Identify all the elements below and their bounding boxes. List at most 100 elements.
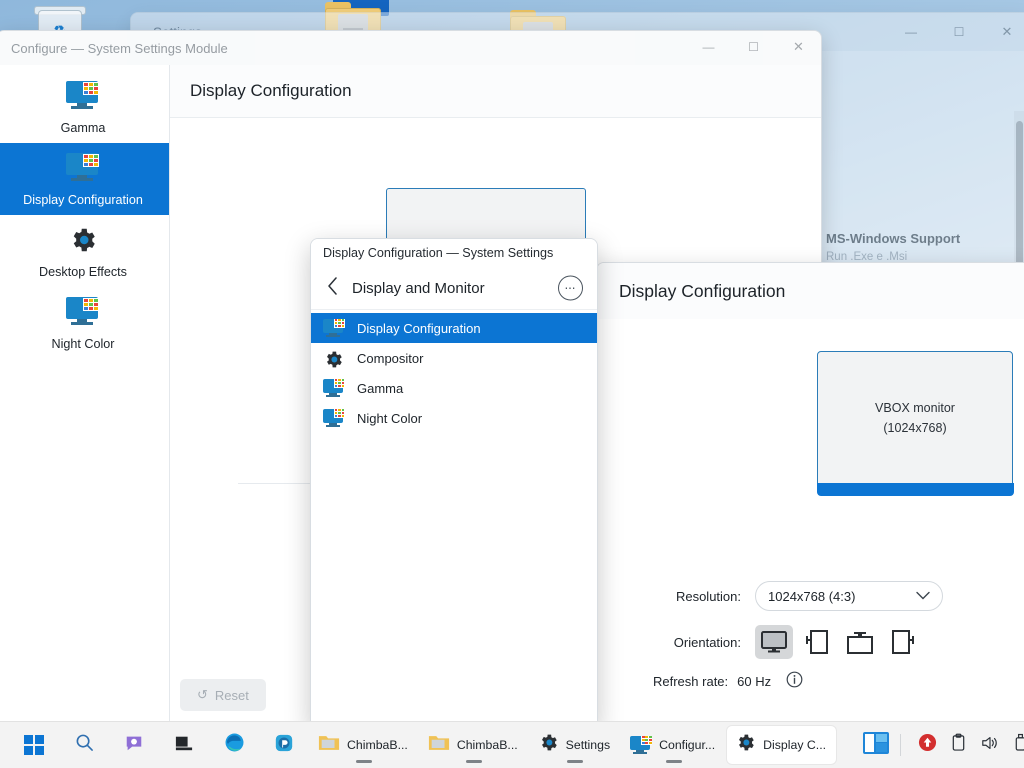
configure-titlebar[interactable]: Configure — System Settings Module — ☐ ✕	[0, 31, 821, 65]
chevron-left-icon[interactable]	[327, 277, 338, 300]
monitor-color-icon	[66, 81, 100, 111]
taskbar-item-settings[interactable]: Settings	[530, 726, 620, 764]
system-tray: us 10:16 2023-07-05	[900, 723, 1024, 768]
snap-layout-icon	[862, 731, 890, 760]
configure-window-controls: — ☐ ✕	[686, 31, 821, 63]
taskbar-item-configure[interactable]: Configur...	[622, 726, 725, 764]
orientation-landscape-button[interactable]	[755, 625, 793, 659]
configure-window-title: Configure — System Settings Module	[0, 41, 228, 56]
resolution-select[interactable]: 1024x768 (4:3)	[755, 581, 943, 611]
orientation-landscape-flipped-button[interactable]	[841, 625, 879, 659]
display-right-page-header: Display Configuration	[597, 263, 1024, 320]
sidebar-item-label: Gamma	[1, 121, 165, 135]
close-button[interactable]: ✕	[983, 13, 1024, 51]
gear-icon	[68, 225, 98, 260]
clipboard-icon[interactable]	[950, 733, 967, 757]
taskbar-item-display-config[interactable]: Display C...	[727, 726, 836, 764]
sidebar-item-display-configuration[interactable]: Display Configuration	[0, 143, 169, 215]
taskbar-item-label: Configur...	[659, 738, 715, 752]
info-icon[interactable]	[786, 671, 803, 691]
taskbar: ChimbaB... ChimbaB... Settings	[0, 721, 1024, 768]
sidebar-item-gamma[interactable]: Gamma	[0, 71, 169, 143]
browser-icon	[274, 733, 294, 758]
gear-icon	[735, 732, 756, 758]
volume-icon[interactable]	[980, 734, 1000, 757]
orientation-row: Orientation:	[653, 625, 927, 659]
maximize-button[interactable]: ☐	[731, 31, 776, 63]
resolution-value: 1024x768 (4:3)	[768, 589, 855, 604]
taskbar-item-label: Display C...	[763, 738, 826, 752]
monitor-preview[interactable]: VBOX monitor (1024x768)	[817, 351, 1013, 495]
configure-sidebar: Gamma Display Configuration	[0, 65, 170, 723]
minimize-button[interactable]: —	[887, 13, 935, 51]
tray-separator	[900, 734, 901, 756]
sidebar-item-night-color[interactable]: Night Color	[0, 287, 169, 359]
chat-icon	[124, 733, 144, 758]
taskbar-item-file-explorer-2[interactable]: ChimbaB...	[420, 726, 528, 764]
taskview-icon	[174, 734, 194, 757]
configure-page-header: Display Configuration	[170, 65, 821, 118]
orientation-portrait-right-button[interactable]	[884, 625, 922, 659]
close-button[interactable]: ✕	[776, 31, 821, 63]
taskbar-item-snap-layout[interactable]	[852, 726, 900, 764]
start-button[interactable]	[10, 726, 58, 764]
ms-windows-support-entry[interactable]: MS-Windows Support Run .Exe e .Msi	[826, 231, 960, 263]
folder-icon	[428, 733, 450, 757]
sidebar-item-label: Display Configuration	[1, 193, 165, 207]
page-title: Display Configuration	[619, 281, 785, 302]
gear-icon	[323, 349, 345, 368]
monitor-color-icon	[630, 736, 652, 755]
popup-navigation-bar: Display and Monitor ⋯	[311, 267, 597, 310]
monitor-color-icon	[66, 153, 100, 183]
search-button[interactable]	[60, 726, 108, 764]
list-item-night-color[interactable]: Night Color	[311, 403, 597, 433]
maximize-button[interactable]: ☐	[935, 13, 983, 51]
list-item-label: Gamma	[357, 381, 403, 396]
taskbar-item-file-explorer-1[interactable]: ChimbaB...	[310, 726, 418, 764]
window-display-configuration-right[interactable]: Display Configuration VBOX monitor (1024…	[596, 262, 1024, 726]
usb-icon[interactable]	[1013, 733, 1024, 757]
monitor-name: VBOX monitor	[818, 398, 1012, 418]
window-display-configuration-popup[interactable]: Display Configuration — System Settings …	[310, 238, 598, 726]
monitor-color-icon	[323, 379, 345, 398]
monitor-color-icon	[66, 297, 100, 327]
popup-window-title: Display Configuration — System Settings	[311, 239, 597, 267]
edge-icon	[224, 732, 245, 758]
refresh-rate-value: 60 Hz	[737, 674, 771, 689]
taskbar-item-label: Settings	[566, 738, 610, 752]
edge-button[interactable]	[210, 726, 258, 764]
list-item-gamma[interactable]: Gamma	[311, 373, 597, 403]
browser-button[interactable]	[260, 726, 308, 764]
chat-button[interactable]	[110, 726, 158, 764]
list-item-label: Compositor	[357, 351, 423, 366]
taskbar-items: ChimbaB... ChimbaB... Settings	[0, 726, 900, 764]
refresh-rate-label: Refresh rate:	[653, 674, 728, 689]
more-options-icon[interactable]: ⋯	[558, 276, 583, 301]
list-item-display-configuration[interactable]: Display Configuration	[311, 313, 597, 343]
breadcrumb: Display and Monitor	[352, 280, 485, 297]
list-item-label: Night Color	[357, 411, 422, 426]
sidebar-item-label: Desktop Effects	[1, 265, 165, 279]
refresh-rate-row: Refresh rate: 60 Hz	[653, 671, 803, 691]
page-title: Display Configuration	[190, 81, 352, 101]
popup-module-list: Display Configuration Compositor	[311, 310, 597, 433]
sidebar-item-desktop-effects[interactable]: Desktop Effects	[0, 215, 169, 287]
settings-window-controls: — ☐ ✕	[887, 13, 1024, 51]
list-item-compositor[interactable]: Compositor	[311, 343, 597, 373]
reset-button-label: Reset	[215, 688, 249, 703]
reset-button[interactable]: ↺ Reset	[180, 679, 266, 711]
gear-icon	[538, 732, 559, 758]
monitor-resolution: (1024x768)	[818, 418, 1012, 438]
monitor-color-icon	[323, 409, 345, 428]
task-view-button[interactable]	[160, 726, 208, 764]
sidebar-item-label: Night Color	[1, 337, 165, 351]
resolution-label: Resolution:	[653, 589, 741, 604]
desktop-root: ♻ Settings — ☐ ✕	[0, 0, 1024, 768]
orientation-portrait-left-button[interactable]	[798, 625, 836, 659]
update-icon[interactable]	[918, 733, 937, 757]
windows-logo-icon	[24, 735, 44, 755]
orientation-label: Orientation:	[653, 635, 741, 650]
undo-icon: ↺	[197, 687, 208, 703]
minimize-button[interactable]: —	[686, 31, 731, 63]
monitor-label: VBOX monitor (1024x768)	[818, 398, 1012, 438]
